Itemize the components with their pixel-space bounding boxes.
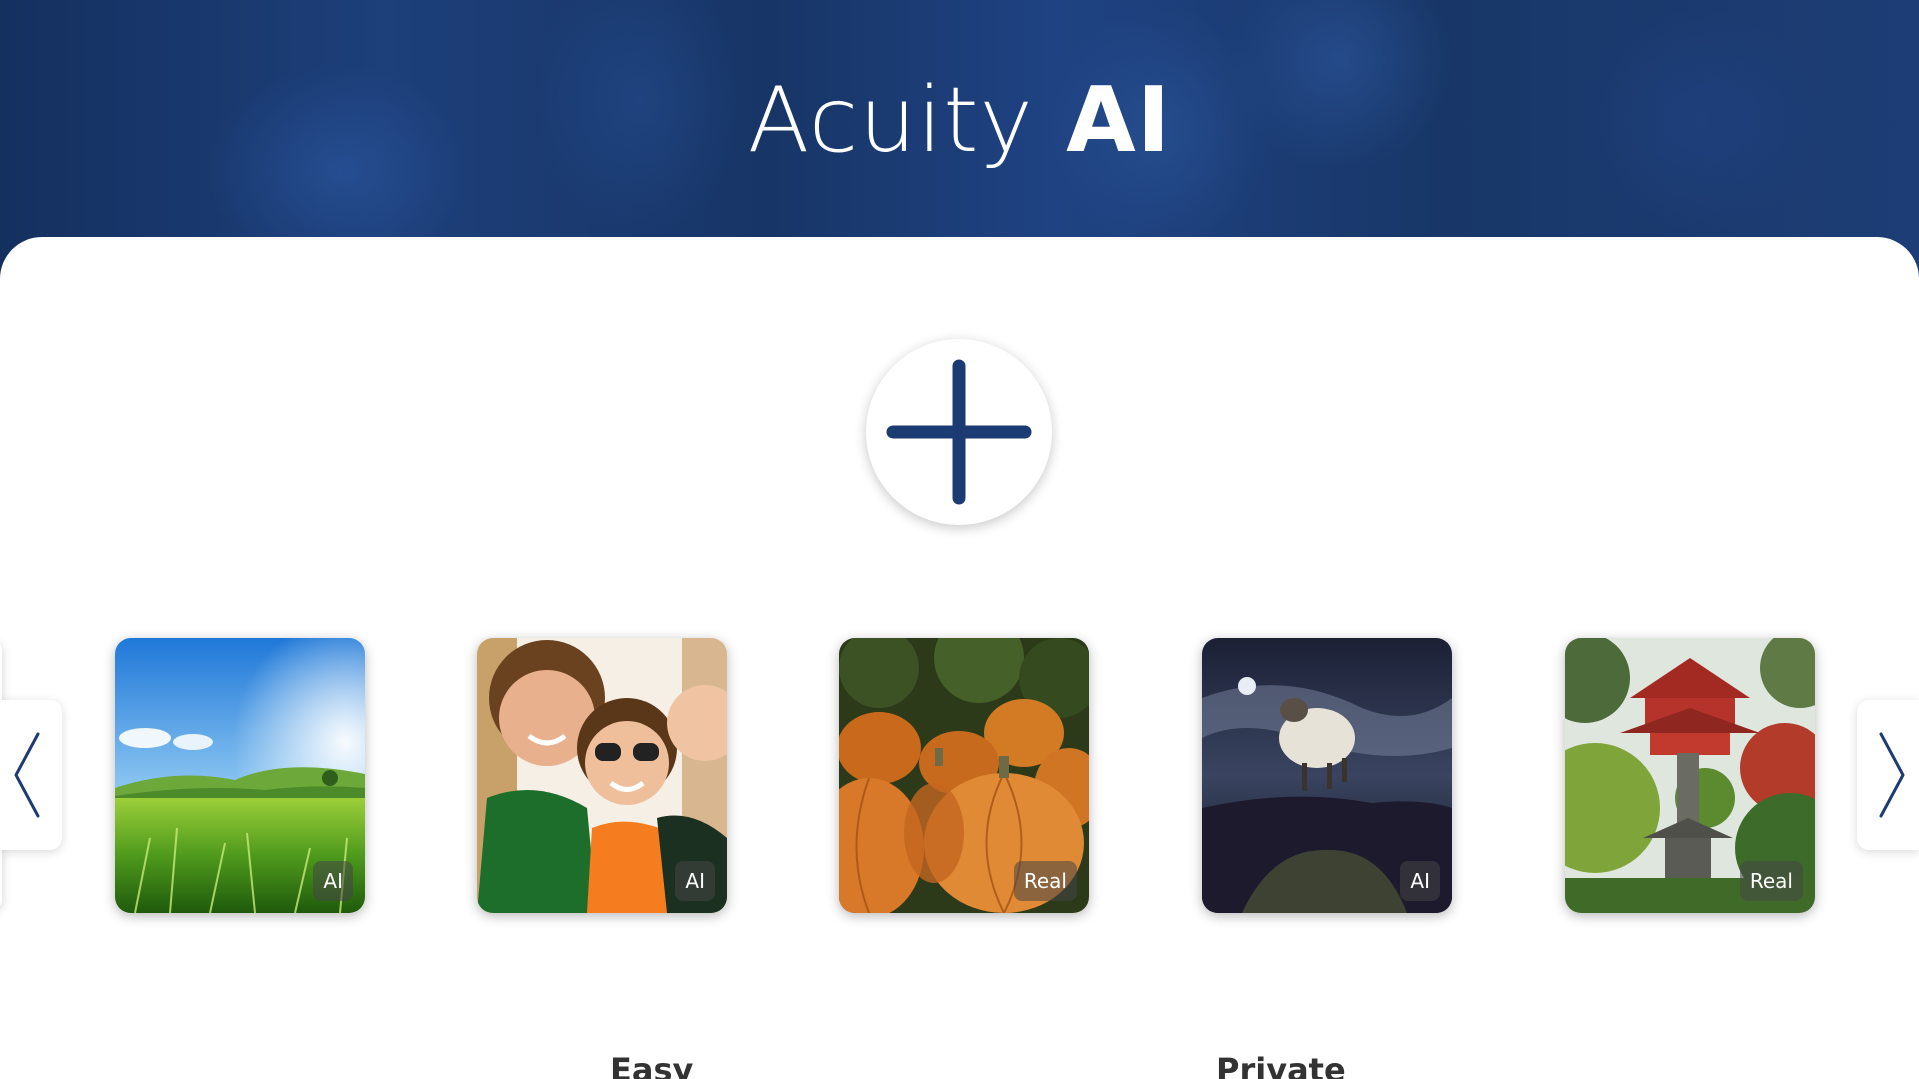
classification-badge: AI <box>1400 861 1440 901</box>
feature-heading-private: Private <box>1216 1051 1346 1079</box>
classification-badge: Real <box>1739 861 1803 901</box>
app-title-light: Acuity <box>747 68 1034 173</box>
app-title: Acuity AI <box>0 66 1919 176</box>
plus-icon <box>886 359 1032 505</box>
upload-image-button[interactable] <box>866 339 1052 525</box>
app-title-bold: AI <box>1066 68 1172 173</box>
classification-badge: Real <box>1013 861 1077 901</box>
classification-badge: AI <box>675 861 715 901</box>
sample-image-card[interactable]: AI <box>477 638 727 913</box>
chevron-left-icon <box>14 732 40 818</box>
chevron-right-icon <box>1879 732 1905 818</box>
page: Acuity AI AI AI Real AI Real Easy Privat… <box>0 0 1919 1079</box>
sample-image-card[interactable]: AI <box>1202 638 1452 913</box>
sample-image-card[interactable]: Real <box>1565 638 1815 913</box>
sample-image-card[interactable]: Real <box>839 638 1089 913</box>
sample-image-card[interactable]: AI <box>115 638 365 913</box>
classification-badge: AI <box>313 861 353 901</box>
carousel-prev-button[interactable] <box>0 700 62 850</box>
feature-heading-easy: Easy <box>610 1051 694 1079</box>
carousel-next-button[interactable] <box>1857 700 1919 850</box>
